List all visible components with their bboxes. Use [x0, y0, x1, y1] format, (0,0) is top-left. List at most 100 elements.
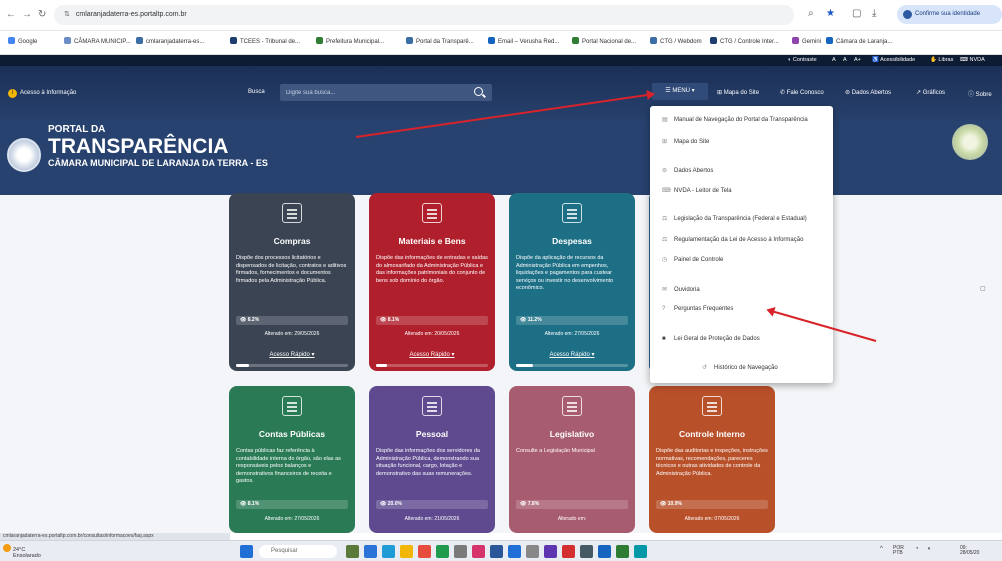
menu-item-faq[interactable]: ? Perguntas Frequentes [662, 306, 733, 312]
volume-icon[interactable]: ◖ [927, 546, 931, 552]
font-reset-button[interactable]: A [832, 57, 836, 63]
bookmark-item[interactable]: Gemini [792, 37, 821, 45]
font-decrease-button[interactable]: A [843, 57, 847, 63]
card-contas-publicas[interactable]: Contas Públicas Contas públicas faz refe… [229, 386, 355, 533]
card-date: Alterado em: 07/05/2026 [684, 516, 740, 522]
card-materiais-bens[interactable]: Materiais e Bens Dispõe das informações … [369, 193, 495, 371]
menu-item-lgpd[interactable]: ■ Lei Geral de Proteção de Dados [662, 336, 760, 342]
scale-icon: ⚖ [662, 237, 668, 243]
weather-widget[interactable]: 24°C Ensolarado [3, 544, 41, 559]
card-date: Alterado em: 27/05/2026 [264, 516, 320, 522]
chrome-icon[interactable] [418, 545, 431, 558]
card-title: Controle Interno [678, 429, 746, 439]
reload-icon[interactable]: ↻ [38, 9, 46, 20]
network-icon[interactable]: ◔ [915, 546, 919, 552]
taskview-icon[interactable] [346, 545, 359, 558]
accessibility-link[interactable]: ♿ Acessibilidade [872, 57, 915, 63]
portal-logo[interactable] [7, 138, 41, 172]
bookmark-item[interactable]: CTG / Webdom [650, 37, 702, 45]
app-icon[interactable] [436, 545, 449, 558]
menu-item-legislation[interactable]: ⚖ Legislação da Transparência (Federal e … [662, 215, 807, 222]
card-legislativo[interactable]: Legislativo Consulte a Legislação Munici… [509, 386, 635, 533]
address-bar[interactable]: ⇅ cmlaranjadaterra-es.portaltp.com.br [54, 5, 794, 25]
card-title: Legislativo [549, 429, 595, 439]
app-icon[interactable] [382, 545, 395, 558]
quick-access-button[interactable]: Acesso Rápido ▾ [369, 351, 495, 358]
app-icon[interactable] [364, 545, 377, 558]
menu-item-nvda[interactable]: ⌨ NVDA - Leitor de Tela [662, 187, 732, 194]
back-icon[interactable]: ← [6, 9, 16, 20]
libras-link[interactable]: ✋ Libras [930, 57, 953, 63]
app-icon[interactable] [544, 545, 557, 558]
app-icon[interactable] [616, 545, 629, 558]
taskbar-search[interactable]: Pesquisar [259, 545, 337, 558]
bookmark-item[interactable]: Portal da Transparê... [406, 37, 474, 45]
app-icon[interactable] [598, 545, 611, 558]
bookmark-item[interactable]: TCEES - Tribunal de... [230, 37, 300, 45]
quick-access-button[interactable]: Acesso Rápido ▾ [509, 351, 635, 358]
about-link[interactable]: ⓘ Sobre [968, 89, 992, 98]
word-icon[interactable] [508, 545, 521, 558]
bookmark-item[interactable]: CTG / Controle Inter... [710, 37, 779, 45]
materiais-icon [422, 203, 442, 223]
contact-link[interactable]: ✆ Fale Conosco [780, 89, 824, 96]
tray-chevron-icon[interactable]: ^ [880, 546, 883, 552]
bookmark-item[interactable]: Email – Verusha Red... [488, 37, 559, 45]
search-icon[interactable] [474, 87, 483, 96]
menu-item-sitemap[interactable]: ⊞ Mapa do Site [662, 138, 709, 145]
bookmark-item[interactable]: Câmara de Laranja... [826, 37, 892, 45]
menu-item-lai-regulation[interactable]: ⚖ Regulamentação da Lei de Acesso à Infor… [662, 236, 803, 243]
zoom-icon[interactable]: ⌕ [808, 8, 814, 19]
quick-access-button[interactable]: Acesso Rápido ▾ [229, 351, 355, 358]
bookmark-item[interactable]: cmlaranjadaterra-es... [136, 37, 204, 45]
card-controle-interno[interactable]: Controle Interno Dispõe das auditorias e… [649, 386, 775, 533]
bookmark-item[interactable]: Prefeitura Municipal... [316, 37, 384, 45]
bookmark-star-icon[interactable]: ★ [826, 8, 835, 19]
bookmark-item[interactable]: CÂMARA MUNICIP... [64, 37, 131, 45]
menu-item-history[interactable]: ↺ Histórico de Navegação [702, 364, 778, 371]
app-icon[interactable] [580, 545, 593, 558]
app-icon[interactable] [634, 545, 647, 558]
app-icon[interactable] [472, 545, 485, 558]
legislativo-icon [562, 396, 582, 416]
menu-button[interactable]: ☰ MENU ▾ [652, 83, 708, 100]
menu-item-manual[interactable]: ▤ Manual de Navegação do Portal da Transp… [662, 116, 808, 123]
download-icon[interactable]: ⤓ [872, 8, 876, 19]
card-pessoal[interactable]: Pessoal Dispõe das informações dos servi… [369, 386, 495, 533]
app-icon[interactable] [454, 545, 467, 558]
clock[interactable]: 09: 28/05/20 [960, 546, 979, 556]
taskbar: 24°C Ensolarado Pesquisar ^ POR PTB ◔ ◖ 09… [0, 540, 1002, 561]
card-date: Alterado em: 27/05/2026 [544, 331, 600, 337]
card-compras[interactable]: Compras Dispõe dos processos licitatório… [229, 193, 355, 371]
app-icon[interactable] [490, 545, 503, 558]
charts-link[interactable]: ↗ Gráficos [916, 89, 945, 96]
site-info-icon[interactable]: ⇅ [64, 11, 70, 18]
history-icon: ↺ [702, 365, 708, 371]
access-info-link[interactable]: i Acesso à Informação [8, 89, 76, 98]
font-increase-button[interactable]: A+ [854, 57, 861, 63]
windows-start-icon[interactable] [240, 545, 253, 558]
menu-item-dashboard[interactable]: ◷ Painel de Controle [662, 256, 723, 263]
nvda-link[interactable]: ⌨ NVDA [960, 57, 985, 63]
profile-button[interactable]: Confirme sua identidade [897, 5, 1002, 24]
sitemap-link[interactable]: ⊞ Mapa do Site [717, 89, 759, 96]
forward-icon[interactable]: → [22, 9, 32, 20]
menu-item-ouvidoria[interactable]: ✉ Ouvidoria [662, 286, 700, 293]
file-explorer-icon[interactable] [400, 545, 413, 558]
menu-item-open-data[interactable]: ⊜ Dados Abertos [662, 167, 713, 174]
card-despesas[interactable]: Despesas Dispõe da aplicação de recursos… [509, 193, 635, 371]
card-progress [376, 364, 488, 367]
card-description: Contas públicas faz referência à contabi… [236, 448, 341, 484]
browser-toolbar: ← → ↻ ⇅ cmlaranjadaterra-es.portaltp.com.… [0, 0, 1002, 31]
bookmark-item[interactable]: Portal Nacional de... [572, 37, 636, 45]
app-icon[interactable] [526, 545, 539, 558]
card-date: Alterado em: 21/05/2026 [404, 516, 460, 522]
search-input[interactable] [280, 84, 492, 101]
bookmark-item[interactable]: Google [8, 37, 37, 45]
contrast-button[interactable]: ◐ Contraste [788, 57, 817, 63]
extensions-icon[interactable]: ▢ [852, 8, 861, 19]
card-description: Dispõe da aplicação de recursos da Admin… [516, 255, 614, 291]
app-icon[interactable] [562, 545, 575, 558]
open-data-link[interactable]: ⊜ Dados Abertos [845, 89, 891, 96]
tray-language[interactable]: POR PTB [893, 546, 904, 556]
